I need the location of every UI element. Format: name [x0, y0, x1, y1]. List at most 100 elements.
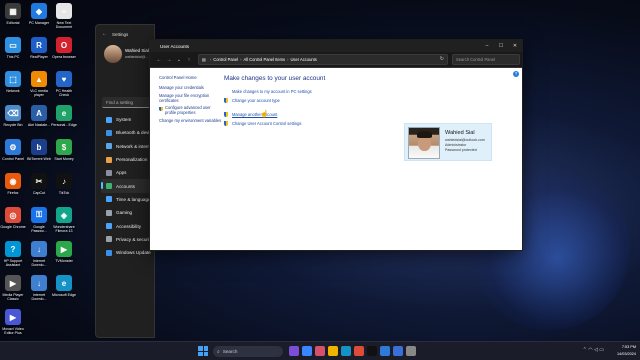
desktop-icon-label: Movavi Video Editor Plus: [2, 327, 24, 336]
control-panel-home-link[interactable]: Control Panel Home: [159, 75, 223, 80]
desktop-icon[interactable]: R RealPlayer: [26, 37, 52, 59]
address-bar: ← → ⌄ ↑ ▤ › Control Panel › All Control …: [150, 52, 522, 68]
desktop-icon[interactable]: ◈ Wondershare Filmora 13: [51, 207, 77, 234]
desktop-icon[interactable]: ? HP Support Assistant: [0, 241, 26, 268]
windows-start-icon[interactable]: [198, 346, 208, 356]
desktop-icon[interactable]: ✂ CapCut: [26, 173, 52, 195]
desktop-icon[interactable]: ⚙ Control Panel: [0, 139, 26, 161]
minimize-icon[interactable]: –: [480, 40, 494, 52]
settings-window[interactable]: ← Settings Wahied Sial wahiedsial@... Fi…: [95, 24, 157, 338]
manage-another-account-link[interactable]: Manage another account ☝: [224, 111, 514, 118]
close-icon[interactable]: ✕: [508, 40, 522, 52]
desktop-icon[interactable]: ▶ Media Player Classic: [0, 275, 26, 302]
sidebar-item[interactable]: Accessibility: [101, 219, 156, 232]
desktop-icon-label: Recycle Bin: [3, 123, 23, 127]
sidebar-item[interactable]: Apps: [101, 166, 156, 179]
system-tray[interactable]: ⌃ ◠ ◁ ▭: [583, 347, 604, 353]
sidebar-item[interactable]: Personalization: [101, 153, 156, 166]
vlc-icon: ▲: [31, 71, 47, 87]
desktop-icon[interactable]: ♪ TikTok: [51, 173, 77, 195]
desktop-icon[interactable]: ▲ VLC media player: [26, 71, 52, 98]
desktop-icon[interactable]: ▦ Editorial: [0, 3, 26, 25]
sidebar-item[interactable]: Accounts: [101, 179, 156, 193]
desktop-icon[interactable]: ↓ Internet Downlo...: [26, 241, 52, 268]
clock[interactable]: 7:53 PM 14/03/2024: [617, 344, 636, 357]
search-input[interactable]: Search Control Panel: [452, 54, 520, 65]
desktop-icon-label: VLC media player: [30, 89, 48, 98]
volume-icon[interactable]: ◁: [594, 347, 598, 353]
tiktok-icon: ♪: [56, 173, 72, 189]
control-panel-icon[interactable]: [380, 346, 390, 356]
sidebar-item[interactable]: Gaming: [101, 206, 156, 219]
sidebar-item-label: Windows Update: [116, 250, 151, 256]
sidebar-item[interactable]: Windows Update: [101, 246, 156, 259]
sidebar-item[interactable]: Network & internet: [101, 140, 156, 153]
title-bar[interactable]: User Accounts – ☐ ✕: [150, 40, 522, 52]
wifi-icon[interactable]: ◠: [588, 347, 592, 353]
hp-support-icon: ?: [5, 241, 21, 257]
movavi-icon: ▶: [5, 309, 21, 325]
sidebar-item[interactable]: Privacy & security: [101, 233, 156, 246]
breadcrumb-item[interactable]: All Control Panel Items: [243, 57, 285, 62]
desktop-icon[interactable]: ▭ This PC: [0, 37, 26, 59]
desktop-icon[interactable]: A Akri Nastale...: [26, 105, 52, 127]
chevron-down-icon[interactable]: ⌄: [174, 57, 184, 63]
forward-arrow-icon[interactable]: →: [164, 57, 174, 63]
settings-icon[interactable]: [406, 346, 416, 356]
encryption-certificates-link[interactable]: Manage your file encryption certificates: [159, 93, 223, 104]
desktop-icon[interactable]: ↓ Internet Downlo...: [26, 275, 52, 302]
desktop-icon[interactable]: ♥ PC Health Check: [51, 71, 77, 98]
pc-settings-link[interactable]: Make changes to my account in PC setting…: [224, 89, 514, 94]
advanced-profile-link[interactable]: Configure advanced user profile properti…: [159, 106, 223, 116]
desktop-icon-label: TikTok: [58, 191, 70, 195]
user-accounts-window[interactable]: User Accounts – ☐ ✕ ← → ⌄ ↑ ▤ › Control …: [149, 39, 523, 251]
refresh-icon[interactable]: ↻: [440, 56, 444, 62]
app-icon[interactable]: [315, 346, 325, 356]
chrome-icon[interactable]: [354, 346, 364, 356]
editorial-icon: ▦: [5, 3, 21, 19]
sidebar-item[interactable]: Bluetooth & devices: [101, 126, 157, 139]
maximize-icon[interactable]: ☐: [494, 40, 508, 52]
breadcrumb-item[interactable]: Control Panel: [213, 57, 238, 62]
change-account-type-link[interactable]: Change your account type: [224, 98, 514, 103]
breadcrumb-item[interactable]: User Accounts: [290, 57, 316, 62]
breadcrumb[interactable]: ▤ › Control Panel › All Control Panel It…: [198, 54, 448, 65]
credentials-link[interactable]: Manage your credentials: [159, 85, 223, 91]
desktop-icon[interactable]: b BitTorrent Web: [26, 139, 52, 161]
desktop-icon[interactable]: O Opera browser: [51, 37, 77, 59]
desktop-icon[interactable]: ⬚ Network: [0, 71, 26, 93]
environment-variables-link[interactable]: Change my environment variables: [159, 118, 223, 124]
desktop-icon[interactable]: ▶ Movavi Video Editor Plus: [0, 309, 26, 336]
edge-icon[interactable]: [341, 346, 351, 356]
desktop-icon[interactable]: ◆ PC Manager: [26, 3, 52, 25]
app-icon[interactable]: [289, 346, 299, 356]
desktop-icon[interactable]: ⌫ Recycle Bin: [0, 105, 26, 127]
sidebar-item[interactable]: Time & language: [101, 193, 156, 206]
chevron-up-icon[interactable]: ⌃: [583, 347, 587, 353]
network-icon: ⬚: [5, 71, 21, 87]
desktop-icon[interactable]: e Personal - Edge: [51, 105, 77, 127]
sidebar-item-label: Apps: [116, 170, 127, 176]
task-pane: Control Panel Home Manage your credentia…: [159, 75, 223, 127]
settings-search-input[interactable]: Find a setting: [102, 97, 154, 108]
app-icon[interactable]: [367, 346, 377, 356]
desktop-icon-label: New Text Document: [55, 21, 73, 30]
sidebar-item[interactable]: System: [101, 113, 156, 126]
desktop-icon[interactable]: ◉ Firefox: [0, 173, 26, 195]
desktop-icon[interactable]: ≡ New Text Document: [51, 3, 77, 30]
desktop-icon[interactable]: e Microsoft Edge: [51, 275, 77, 297]
manage-another-account-label: Manage another account: [232, 112, 278, 117]
taskbar-search-input[interactable]: ⌕ Search: [213, 346, 283, 357]
up-arrow-icon[interactable]: ↑: [184, 57, 194, 63]
battery-icon[interactable]: ▭: [599, 347, 604, 353]
back-arrow-icon[interactable]: ←: [102, 31, 107, 37]
back-arrow-icon[interactable]: ←: [154, 57, 164, 63]
app-icon[interactable]: [302, 346, 312, 356]
app-icon[interactable]: [393, 346, 403, 356]
desktop-icon[interactable]: ⚿ Google Passwo...: [26, 207, 52, 234]
text-document-icon: ≡: [56, 3, 72, 19]
desktop-icon[interactable]: ◎ Google Chrome: [0, 207, 26, 229]
desktop-icon[interactable]: $ Start Money: [51, 139, 77, 161]
file-explorer-icon[interactable]: [328, 346, 338, 356]
desktop-icon[interactable]: ▶ TVMonster: [51, 241, 77, 263]
